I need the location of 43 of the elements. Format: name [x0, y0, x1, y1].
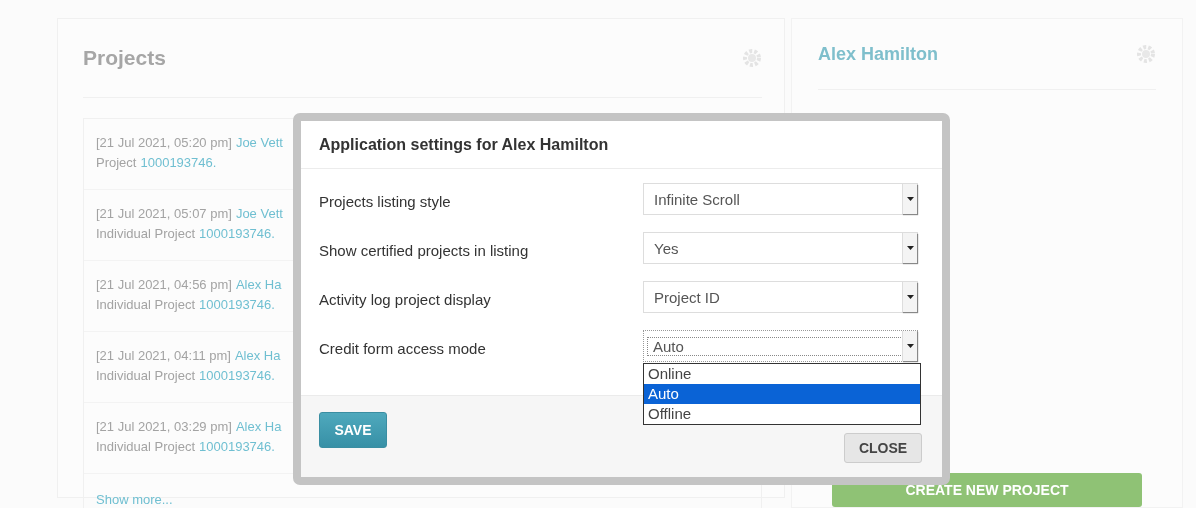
select-field[interactable]: Project ID: [643, 281, 918, 313]
settings-icon[interactable]: [742, 48, 762, 68]
timestamp: [21 Jul 2021, 03:29 pm]: [96, 418, 232, 436]
setting-label: Show certified projects in listing: [319, 242, 529, 261]
timestamp: [21 Jul 2021, 05:07 pm]: [96, 205, 232, 223]
dialog-title: Application settings for Alex Hamilton: [319, 135, 609, 154]
profile-name: Alex Hamilton: [818, 43, 939, 65]
timestamp: [21 Jul 2021, 04:56 pm]: [96, 276, 232, 294]
project-link[interactable]: 1000193746.: [199, 224, 275, 244]
user-link[interactable]: Alex Ha: [235, 275, 282, 295]
project-link[interactable]: 1000193746.: [199, 295, 275, 315]
entry-text: Individual Project: [96, 296, 195, 314]
dropdown-option[interactable]: Offline: [644, 404, 920, 424]
entry-text: Project: [96, 154, 137, 172]
dropdown-arrow-icon: [906, 246, 914, 250]
dropdown-option[interactable]: Auto: [644, 384, 920, 404]
panel-title: Projects: [83, 46, 166, 70]
show-more-link[interactable]: Show more...: [96, 492, 173, 507]
user-link[interactable]: Alex Ha: [234, 346, 281, 366]
select-field[interactable]: Auto: [643, 330, 918, 362]
project-link[interactable]: 1000193746.: [140, 153, 217, 173]
timestamp: [21 Jul 2021, 04:11 pm]: [96, 347, 231, 365]
dropdown-option[interactable]: Online: [644, 364, 920, 384]
select-field[interactable]: Infinite Scroll: [643, 183, 918, 215]
select-field[interactable]: Yes: [643, 232, 918, 264]
setting-label: Projects listing style: [319, 193, 451, 212]
close-button[interactable]: CLOSE: [844, 433, 922, 463]
user-link[interactable]: Alex Ha: [235, 417, 282, 437]
entry-text: Individual Project: [96, 225, 195, 243]
entry-text: Individual Project: [96, 367, 195, 385]
user-link[interactable]: Joe Vett: [235, 204, 283, 224]
save-button[interactable]: SAVE: [319, 412, 387, 448]
dropdown-arrow-icon: [906, 197, 914, 201]
setting-label: Credit form access mode: [319, 340, 486, 359]
dropdown-arrow-icon: [906, 344, 914, 348]
dropdown-arrow-icon: [906, 295, 914, 299]
setting-label: Activity log project display: [319, 291, 491, 310]
user-link[interactable]: Joe Vett: [235, 133, 283, 153]
project-link[interactable]: 1000193746.: [199, 366, 275, 386]
entry-text: Individual Project: [96, 438, 195, 456]
timestamp: [21 Jul 2021, 05:20 pm]: [96, 134, 232, 152]
settings-icon[interactable]: [1136, 44, 1156, 64]
project-link[interactable]: 1000193746.: [199, 437, 275, 457]
